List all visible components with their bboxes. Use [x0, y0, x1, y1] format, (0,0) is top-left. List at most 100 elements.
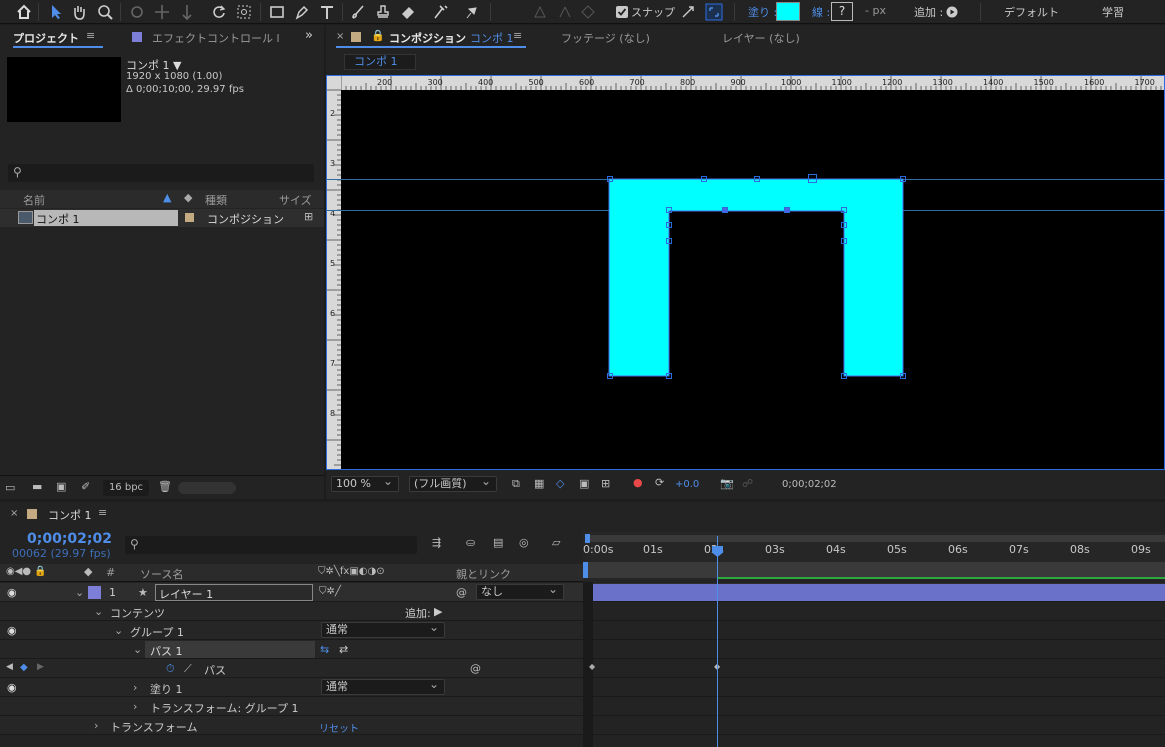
- lock-icon[interactable]: 🔒: [371, 29, 385, 42]
- path-vertex[interactable]: [666, 238, 672, 244]
- pick-whip-icon[interactable]: @: [456, 586, 467, 599]
- prev-keyframe-icon[interactable]: ◀: [6, 662, 13, 672]
- home-icon[interactable]: [14, 2, 34, 22]
- layer-duration-bar[interactable]: [593, 584, 1165, 601]
- shy-layers-icon[interactable]: ⛀: [466, 536, 475, 549]
- path-row[interactable]: ⌄ パス 1 ⇆ ⇄: [0, 640, 583, 659]
- sort-asc-icon[interactable]: ▲: [163, 191, 171, 204]
- add-menu-icon[interactable]: [946, 6, 958, 18]
- snapshot-camera-icon[interactable]: 📷: [720, 477, 734, 490]
- shape-layer[interactable]: [327, 76, 1165, 470]
- tab-project[interactable]: プロジェクト: [13, 30, 79, 46]
- grid-guides-icon[interactable]: ⊞: [601, 477, 610, 490]
- stopwatch-icon[interactable]: ⏱: [166, 662, 175, 676]
- path-vertex[interactable]: [900, 373, 906, 379]
- pan-camera-icon[interactable]: [152, 2, 172, 22]
- panel-menu-icon[interactable]: ≡: [86, 29, 95, 42]
- path-vertex-selected[interactable]: [784, 207, 790, 213]
- path-vertex[interactable]: [701, 176, 707, 182]
- keyframe-start-icon[interactable]: ◆: [589, 662, 595, 671]
- project-search-input[interactable]: ⚲: [8, 164, 314, 182]
- motion-blur-icon[interactable]: ◎: [519, 536, 529, 549]
- layer-label-swatch[interactable]: [88, 586, 101, 599]
- show-snapshot-icon[interactable]: ☍: [742, 477, 753, 490]
- range-start-marker[interactable]: [583, 562, 588, 578]
- tab-effect-controls[interactable]: エフェクトコントロール l: [152, 30, 280, 46]
- interpret-footage-icon[interactable]: ▭: [5, 481, 15, 494]
- path-vertex[interactable]: [666, 373, 672, 379]
- preview-range[interactable]: [587, 562, 1165, 578]
- eraser-tool-icon[interactable]: [398, 2, 418, 22]
- transparency-grid-icon[interactable]: ▦: [534, 477, 544, 490]
- rotate-tool-icon[interactable]: [209, 2, 229, 22]
- workspace-learn[interactable]: 学習: [1102, 4, 1124, 20]
- col-parent-link[interactable]: 親とリンク: [456, 566, 511, 582]
- zoom-select[interactable]: 100 %: [331, 474, 399, 492]
- work-area-bar[interactable]: [587, 535, 1165, 542]
- region-of-interest-icon[interactable]: ▣: [579, 477, 589, 490]
- path-vertex[interactable]: [666, 222, 672, 228]
- graph-icon[interactable]: ⟋: [184, 662, 192, 676]
- panel-overflow-icon[interactable]: »: [305, 28, 313, 43]
- zoom-tool-icon[interactable]: [95, 2, 115, 22]
- col-type[interactable]: 種類: [205, 192, 227, 208]
- pen-tool-icon[interactable]: [292, 2, 312, 22]
- path-reverse-icon[interactable]: ⇄: [339, 643, 348, 656]
- transform-group-row[interactable]: › トランスフォーム: グループ 1: [0, 697, 583, 716]
- path-chevron-icon[interactable]: ⌄: [133, 643, 142, 656]
- timeline-menu-icon[interactable]: ≡: [98, 506, 107, 519]
- tab-footage[interactable]: フッテージ (なし): [561, 30, 650, 46]
- graph-editor-icon[interactable]: ▱: [552, 536, 560, 549]
- path-vertex[interactable]: [607, 373, 613, 379]
- reset-link[interactable]: リセット: [319, 720, 359, 735]
- axis-world-icon[interactable]: [555, 2, 575, 22]
- visibility-eye-icon[interactable]: ◉: [7, 586, 17, 599]
- workspace-default[interactable]: デフォルト: [1004, 4, 1059, 20]
- comp-panel-menu-icon[interactable]: ≡: [513, 29, 522, 42]
- resolution-select[interactable]: (フル画質): [409, 474, 497, 492]
- fill-row[interactable]: ◉ › 塗り 1 通常: [0, 677, 583, 697]
- hand-tool-icon[interactable]: [69, 2, 89, 22]
- roto-brush-icon[interactable]: [431, 2, 451, 22]
- bit-depth-button[interactable]: 16 bpc: [103, 480, 149, 496]
- stroke-color-swatch[interactable]: ?: [831, 2, 853, 21]
- color-management-icon[interactable]: ⟳: [655, 476, 664, 489]
- transform-row[interactable]: › トランスフォーム リセット: [0, 716, 583, 735]
- path-vertex[interactable]: [841, 238, 847, 244]
- layer-track[interactable]: [593, 583, 1165, 602]
- keyframe-diamond-icon[interactable]: ◆: [20, 662, 28, 673]
- group-eye-icon[interactable]: ◉: [7, 624, 17, 637]
- fast-preview-icon[interactable]: ⧉: [512, 477, 520, 491]
- trash-icon[interactable]: 🗑: [158, 480, 172, 493]
- comp-breadcrumb[interactable]: コンポ 1: [344, 54, 416, 70]
- fill-blend-select[interactable]: 通常: [321, 677, 445, 695]
- col-size[interactable]: サイズ: [279, 192, 312, 208]
- snap-edges-icon[interactable]: [678, 2, 698, 22]
- path-vertex[interactable]: [666, 207, 672, 213]
- group-row[interactable]: ◉ ⌄ グループ 1 通常: [0, 620, 583, 640]
- puppet-pin-icon[interactable]: [461, 2, 481, 22]
- frame-blending-icon[interactable]: ▤: [493, 536, 503, 549]
- label-tag-icon[interactable]: ◆: [184, 191, 192, 204]
- layer-row[interactable]: ◉ ⌄ 1 ★ レイヤー 1 ⛉✲╱ @ なし: [0, 582, 583, 602]
- new-folder-icon[interactable]: ▬: [32, 480, 42, 493]
- type-tool-icon[interactable]: [317, 2, 337, 22]
- tab-comp-name[interactable]: コンポ 1: [470, 30, 514, 46]
- next-keyframe-icon[interactable]: ▶: [37, 662, 44, 672]
- layer-expand-chevron-icon[interactable]: ⌄: [75, 586, 84, 599]
- stroke-width-value[interactable]: - px: [865, 4, 886, 17]
- mask-visibility-icon[interactable]: ◇: [556, 477, 564, 490]
- adjust-project-icon[interactable]: ✐: [81, 480, 90, 493]
- layer-switches-icon[interactable]: ⛉✲╱: [319, 586, 341, 597]
- thumbnail-scroll[interactable]: [178, 482, 236, 494]
- snap-features-icon[interactable]: [704, 2, 724, 22]
- contents-row[interactable]: ⌄ コンテンツ 追加: ▶: [0, 602, 583, 621]
- tab-layer[interactable]: レイヤー (なし): [722, 30, 800, 46]
- time-ruler[interactable]: 0:00s01s02s03s04s05s06s07s08s09s: [583, 532, 1165, 580]
- group-blend-select[interactable]: 通常: [321, 620, 445, 638]
- rectangle-tool-icon[interactable]: [267, 2, 287, 22]
- exposure-value[interactable]: +0.0: [675, 479, 699, 490]
- fill-label[interactable]: 塗り :: [748, 4, 777, 20]
- stroke-label[interactable]: 線 :: [812, 4, 830, 20]
- timeline-close-icon[interactable]: ×: [10, 508, 18, 519]
